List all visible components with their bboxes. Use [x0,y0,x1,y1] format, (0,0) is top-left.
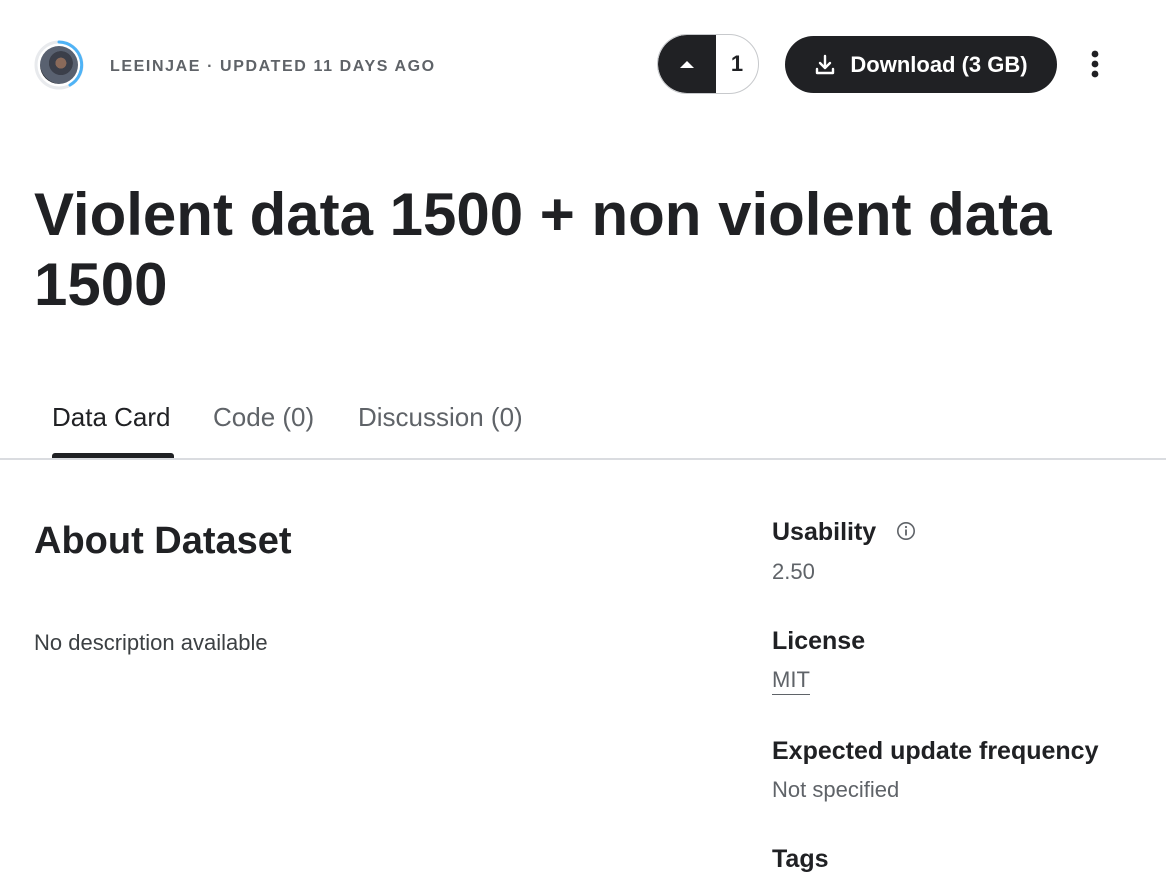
license-label: License [772,627,866,655]
tabs-divider [0,458,1166,460]
license-link[interactable]: MIT [772,667,810,695]
avatar-image [40,46,78,84]
owner-update-line[interactable]: LEEINJAE · UPDATED 11 DAYS AGO [110,58,436,76]
update-frequency-value: Not specified [772,777,900,802]
more-vert-icon [1091,50,1099,78]
update-frequency-label: Expected update frequency [772,737,1099,765]
usability-label: Usability [772,518,877,546]
upvote-control[interactable]: 1 [657,34,759,94]
download-label: Download (3 GB) [850,51,1028,77]
avatar[interactable] [34,40,84,90]
caret-up-icon [680,61,694,68]
dataset-page: LEEINJAE · UPDATED 11 DAYS AGO 1 Downloa… [0,0,1166,896]
upvote-count: 1 [730,51,744,76]
tab-bar: Data Card Code (0) Discussion (0) [0,390,1166,460]
download-icon [816,54,835,74]
tab-code[interactable]: Code (0) [213,402,314,433]
info-icon[interactable] [896,521,916,541]
tab-data-card[interactable]: Data Card [52,402,171,433]
tags-label: Tags [772,845,829,873]
more-options-button[interactable] [1080,44,1110,84]
tab-discussion[interactable]: Discussion (0) [358,402,523,433]
upvote-button[interactable] [658,35,716,93]
about-heading: About Dataset [34,520,292,562]
about-description: No description available [34,630,268,655]
download-button[interactable]: Download (3 GB) [785,36,1057,93]
license-value[interactable]: MIT [772,667,810,695]
usability-value: 2.50 [772,559,815,584]
dataset-title: Violent data 1500 + non violent data 150… [34,181,1052,318]
